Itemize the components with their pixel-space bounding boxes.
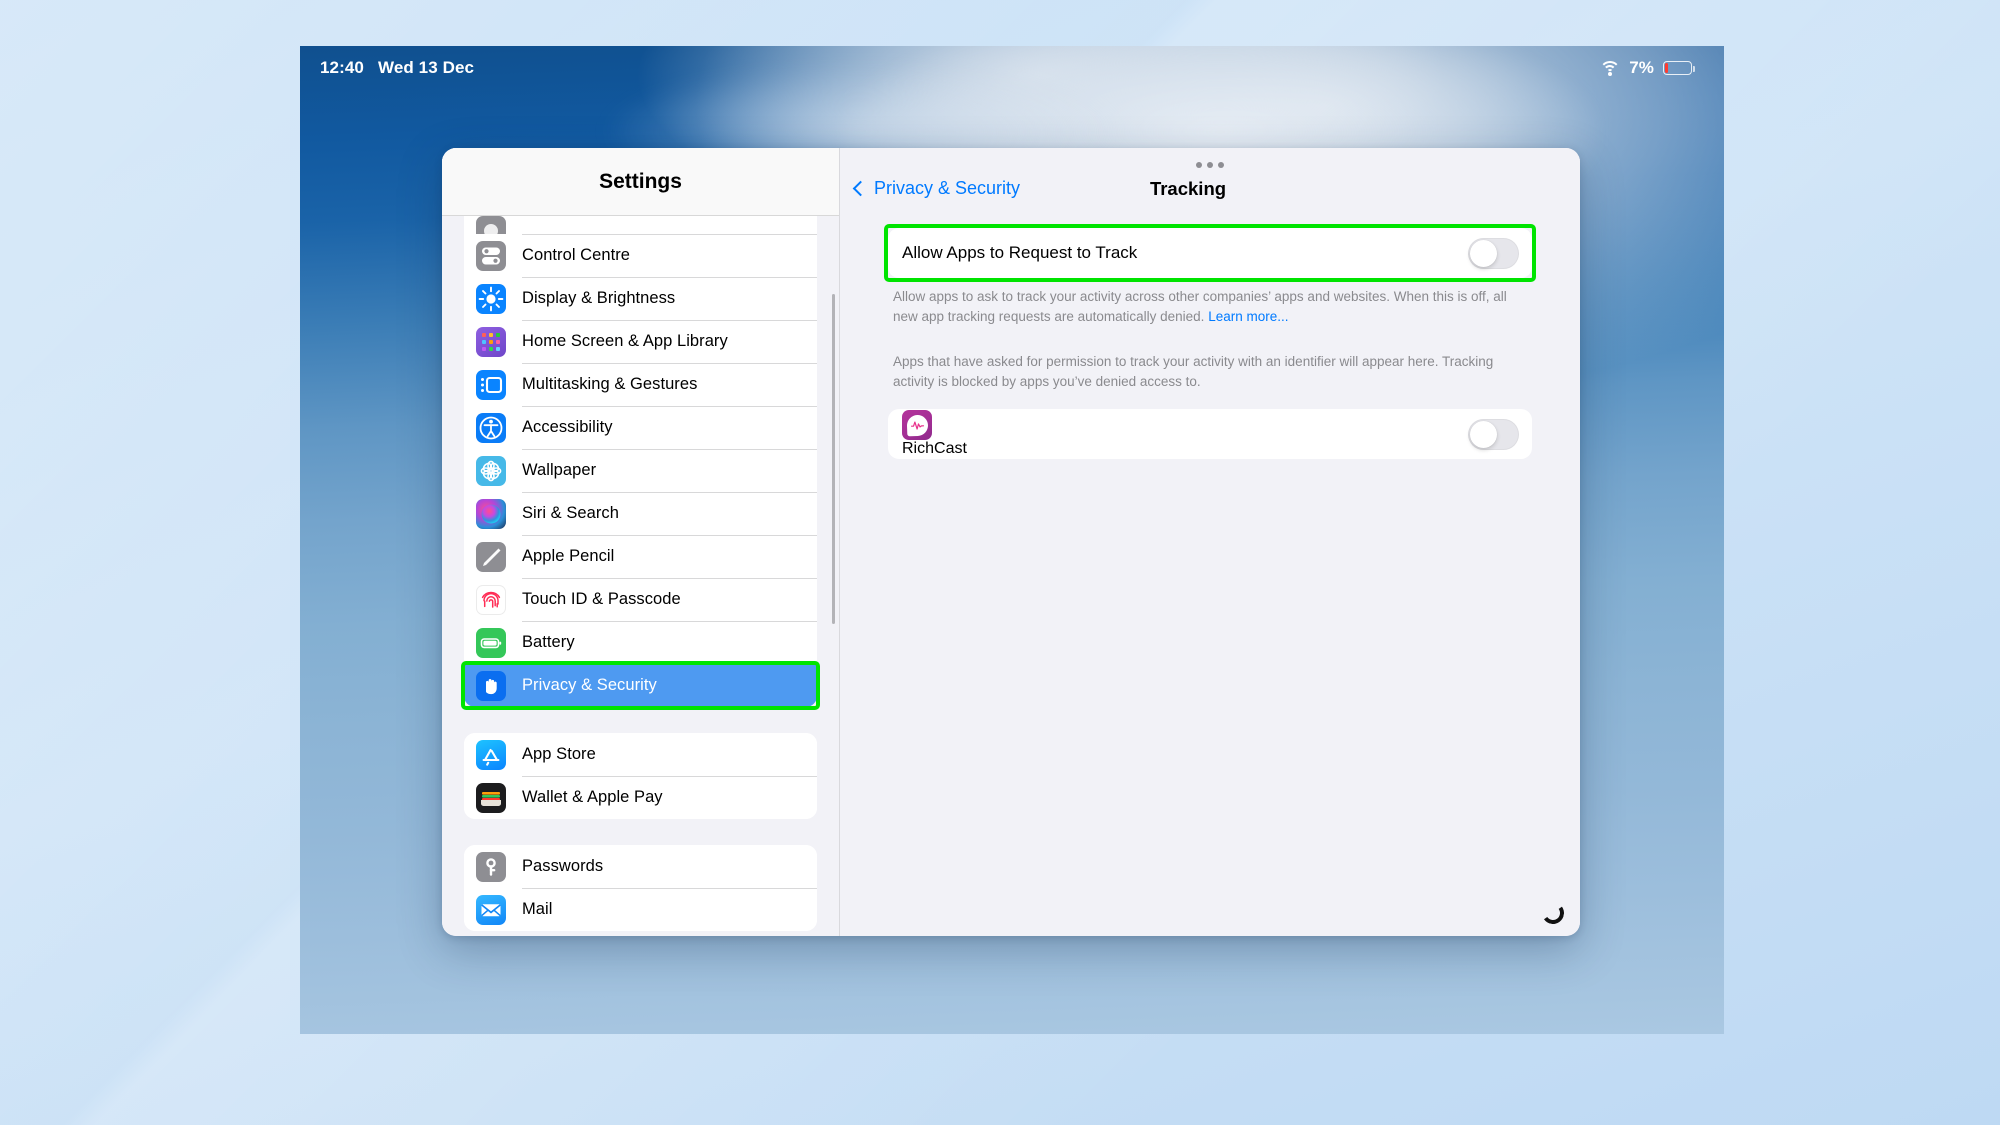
sidebar-group-spacer	[464, 819, 817, 845]
control-centre-icon	[476, 240, 506, 271]
detail-pane: Privacy & Security Tracking Allow Apps t…	[840, 148, 1580, 936]
sidebar-scroll-area[interactable]: Control Centre Display & Brightness Home S…	[442, 216, 839, 936]
tracking-footnote-primary: Allow apps to ask to track your activity…	[888, 278, 1532, 326]
sidebar-item-label: Battery	[522, 633, 575, 651]
partial-settings-icon	[476, 216, 506, 234]
multitasking-icon	[476, 369, 506, 400]
sidebar-item-label: Passwords	[522, 857, 604, 875]
sidebar-item-label: Accessibility	[522, 418, 613, 436]
sidebar-item-wallpaper[interactable]: Wallpaper	[464, 449, 817, 492]
sidebar-item-label: Siri & Search	[522, 504, 619, 522]
tracking-apps-card: RichCast	[888, 409, 1532, 460]
sidebar-item-label: Wallpaper	[522, 461, 597, 479]
sidebar-item-battery[interactable]: Battery	[464, 621, 817, 664]
tracking-footnote-secondary: Apps that have asked for permission to t…	[893, 354, 1494, 389]
sidebar-item-label: Home Screen & App Library	[522, 332, 728, 350]
tracking-footnote-primary-text: Allow apps to ask to track your activity…	[893, 289, 1507, 324]
sidebar-item-apple-pencil[interactable]: Apple Pencil	[464, 535, 817, 578]
sidebar-scrollbar[interactable]	[832, 294, 835, 624]
allow-apps-request-track-toggle[interactable]	[1468, 237, 1519, 269]
mail-icon	[476, 894, 506, 925]
settings-window: Settings Control Centre Display & Brightn…	[442, 148, 1580, 936]
sidebar-item-control-centre[interactable]: Control Centre	[464, 234, 817, 277]
app-store-icon	[476, 739, 506, 770]
sidebar-item-siri-search[interactable]: Siri & Search	[464, 492, 817, 535]
sidebar-item-label: Mail	[522, 900, 553, 918]
wallet-apple-pay-icon	[476, 782, 506, 813]
sidebar-item-accessibility[interactable]: Accessibility	[464, 406, 817, 449]
wifi-icon	[1599, 60, 1621, 76]
sidebar-group: App Store Wallet & Apple Pay	[464, 733, 817, 819]
display-brightness-icon	[476, 283, 506, 314]
sidebar-item-touch-id-passcode[interactable]: Touch ID & Passcode	[464, 578, 817, 621]
multitasking-handle-icon[interactable]	[1196, 162, 1224, 168]
richcast-tracking-toggle[interactable]	[1468, 418, 1519, 450]
apple-pencil-icon	[476, 541, 506, 572]
richcast-app-icon	[902, 410, 932, 441]
ipad-screenshot: 12:40 Wed 13 Dec 7% Settings Control Cen…	[300, 46, 1724, 1034]
sidebar-group-spacer	[464, 707, 817, 733]
sidebar-item-partial[interactable]	[464, 216, 817, 234]
sidebar-item-label: Privacy & Security	[522, 676, 657, 694]
battery-low-icon	[1663, 61, 1695, 75]
sidebar-item-app-store[interactable]: App Store	[464, 733, 817, 776]
sidebar-item-label: App Store	[522, 745, 596, 763]
sidebar-item-label: Touch ID & Passcode	[522, 590, 681, 608]
battery-icon	[476, 627, 506, 658]
settings-sidebar: Settings Control Centre Display & Brightn…	[442, 148, 840, 936]
home-screen-icon	[476, 326, 506, 357]
wallpaper-icon	[476, 455, 506, 486]
sidebar-item-wallet-apple-pay[interactable]: Wallet & Apple Pay	[464, 776, 817, 819]
passwords-icon	[476, 851, 506, 882]
page-title: Settings	[599, 169, 682, 193]
sidebar-item-label: Control Centre	[522, 246, 630, 264]
sidebar-group: Passwords Mail	[464, 845, 817, 931]
allow-apps-request-track-label: Allow Apps to Request to Track	[902, 243, 1138, 262]
status-date: Wed 13 Dec	[377, 58, 475, 77]
sidebar-item-label: Wallet & Apple Pay	[522, 788, 663, 806]
sidebar-header: Settings	[442, 148, 839, 216]
accessibility-icon	[476, 412, 506, 443]
sidebar-item-label: Display & Brightness	[522, 289, 676, 307]
touch-id-icon	[476, 584, 506, 615]
sidebar-item-multitasking-gestures[interactable]: Multitasking & Gestures	[464, 363, 817, 406]
privacy-security-icon	[476, 670, 506, 701]
sidebar-item-privacy-security[interactable]: Privacy & Security	[464, 664, 817, 707]
sidebar-group: Control Centre Display & Brightness Home S…	[464, 216, 817, 707]
detail-body: Allow Apps to Request to Track Allow app…	[840, 216, 1580, 936]
detail-title: Tracking	[1149, 178, 1227, 199]
sidebar-item-home-screen-app-library[interactable]: Home Screen & App Library	[464, 320, 817, 363]
sidebar-item-label: Multitasking & Gestures	[522, 375, 698, 393]
siri-search-icon	[476, 498, 506, 529]
sidebar-item-passwords[interactable]: Passwords	[464, 845, 817, 888]
allow-tracking-card: Allow Apps to Request to Track	[888, 228, 1532, 278]
sidebar-item-mail[interactable]: Mail	[464, 888, 817, 931]
learn-more-link[interactable]: Learn more...	[1208, 309, 1288, 324]
sidebar-item-display-brightness[interactable]: Display & Brightness	[464, 277, 817, 320]
app-row-richcast[interactable]: RichCast	[888, 409, 1532, 459]
battery-percent-label: 7%	[1629, 58, 1654, 77]
status-time: 12:40	[320, 58, 364, 77]
allow-apps-request-track-row[interactable]: Allow Apps to Request to Track	[888, 228, 1532, 278]
sidebar-item-label: Apple Pencil	[522, 547, 615, 565]
status-bar: 12:40 Wed 13 Dec 7%	[300, 46, 1724, 90]
detail-header: Privacy & Security Tracking	[840, 148, 1580, 216]
app-name-richcast: RichCast	[902, 440, 967, 458]
waveform-icon	[910, 421, 924, 430]
